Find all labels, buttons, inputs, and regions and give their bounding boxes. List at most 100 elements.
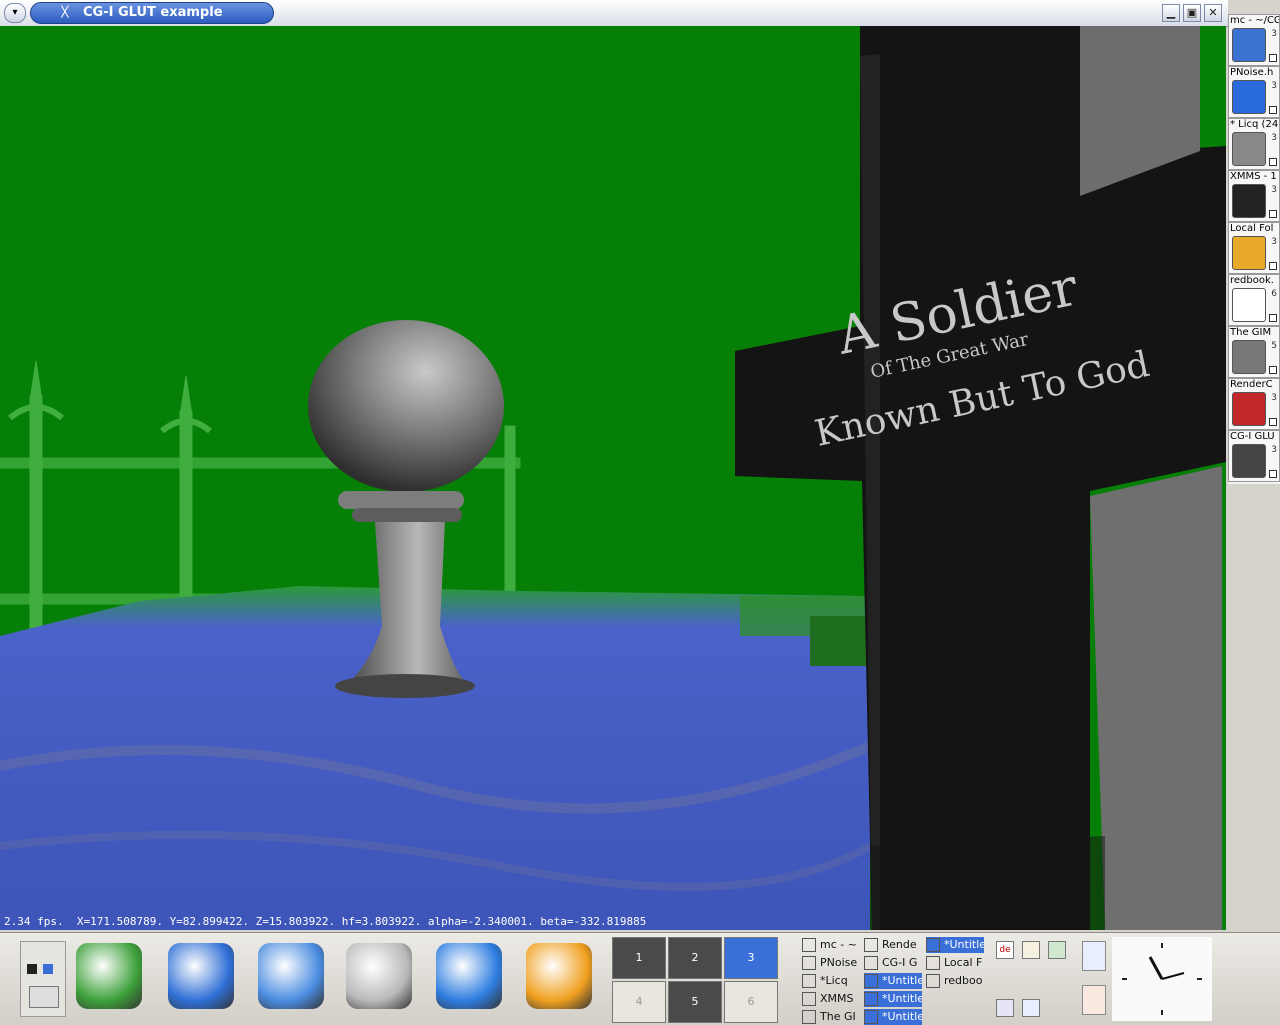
lock-screen-button[interactable] bbox=[1082, 941, 1106, 971]
side-task-item[interactable]: The GIM 5 bbox=[1228, 326, 1280, 378]
side-task-desktop-number: 3 bbox=[1271, 393, 1277, 403]
task-label: XMMS bbox=[820, 992, 854, 1005]
side-task-checkbox[interactable] bbox=[1269, 106, 1277, 114]
side-task-label: The GIM bbox=[1230, 327, 1272, 338]
side-task-checkbox[interactable] bbox=[1269, 418, 1277, 426]
window-title-pill[interactable]: ᚷ CG-I GLUT example bbox=[30, 2, 274, 24]
task-label: *Untitle bbox=[882, 974, 922, 987]
side-task-item[interactable]: redbook. 6 bbox=[1228, 274, 1280, 326]
task-icon bbox=[926, 938, 940, 952]
taskbar-button[interactable]: PNoise bbox=[802, 955, 860, 971]
taskbar-button[interactable]: redboo bbox=[926, 973, 984, 989]
task-icon bbox=[864, 938, 878, 952]
panel-handle[interactable] bbox=[20, 941, 66, 1017]
task-icon bbox=[864, 1010, 878, 1024]
taskbar-button[interactable]: *Untitle bbox=[926, 937, 984, 953]
side-task-checkbox[interactable] bbox=[1269, 262, 1277, 270]
side-task-label: Local Fol bbox=[1230, 223, 1274, 234]
search-tray-icon[interactable] bbox=[996, 999, 1014, 1017]
side-task-item[interactable]: CG-I GLU 3 bbox=[1228, 430, 1280, 482]
xmms-icon bbox=[1232, 184, 1266, 218]
task-icon bbox=[802, 956, 816, 970]
taskbar-button[interactable]: *Untitle bbox=[864, 991, 922, 1007]
task-label: mc - ~ bbox=[820, 938, 857, 951]
pager-desktop-1[interactable]: 1 bbox=[612, 937, 666, 979]
arrow-right-icon[interactable] bbox=[43, 964, 53, 974]
taskbar-button[interactable]: Local F bbox=[926, 955, 984, 971]
keyboard-layout-indicator[interactable]: de bbox=[996, 941, 1014, 959]
glut-viewport[interactable]: A Soldier Of The Great War Known But To … bbox=[0, 26, 1226, 930]
shell-icon bbox=[1232, 28, 1266, 62]
folder-icon bbox=[1232, 236, 1266, 270]
side-task-item[interactable]: PNoise.h 3 bbox=[1228, 66, 1280, 118]
side-task-checkbox[interactable] bbox=[1269, 470, 1277, 478]
taskbar-button[interactable]: *Untitle bbox=[864, 973, 922, 989]
computer-icon bbox=[1232, 132, 1266, 166]
pager-desktop-5[interactable]: 5 bbox=[668, 981, 722, 1023]
side-task-desktop-number: 3 bbox=[1271, 29, 1277, 39]
task-icon bbox=[802, 938, 816, 952]
side-task-item[interactable]: RenderC 3 bbox=[1228, 378, 1280, 430]
side-task-label: XMMS - 1 bbox=[1230, 171, 1277, 182]
task-label: *Untitle bbox=[944, 938, 984, 951]
side-task-label: mc - ~/CG bbox=[1230, 15, 1280, 26]
pager-desktop-6[interactable]: 6 bbox=[724, 981, 778, 1023]
minimize-button[interactable]: ▁ bbox=[1162, 4, 1180, 22]
side-task-checkbox[interactable] bbox=[1269, 54, 1277, 62]
desktop-icon[interactable] bbox=[258, 943, 324, 1009]
arrow-left-icon[interactable] bbox=[27, 964, 37, 974]
taskbar-button[interactable]: The GI bbox=[802, 1009, 860, 1025]
side-task-item[interactable]: XMMS - 1 3 bbox=[1228, 170, 1280, 222]
task-label: The GI bbox=[820, 1010, 856, 1023]
side-task-item[interactable]: mc - ~/CG 3 bbox=[1228, 14, 1280, 66]
scene-render: A Soldier Of The Great War Known But To … bbox=[0, 26, 1226, 930]
task-label: CG-I G bbox=[882, 956, 918, 969]
task-label: *Licq bbox=[820, 974, 848, 987]
side-task-label: * Licq (24 bbox=[1230, 119, 1279, 130]
maximize-button[interactable]: ▣ bbox=[1183, 4, 1201, 22]
side-task-checkbox[interactable] bbox=[1269, 314, 1277, 322]
side-task-label: CG-I GLU bbox=[1230, 431, 1275, 442]
kmail-icon[interactable] bbox=[526, 943, 592, 1009]
analog-clock[interactable] bbox=[1112, 937, 1212, 1021]
window-titlebar[interactable]: ▾ ᚷ CG-I GLUT example ▁ ▣ ✕ bbox=[0, 0, 1228, 27]
task-label: *Untitle bbox=[882, 992, 922, 1005]
close-button[interactable]: ✕ bbox=[1204, 4, 1222, 22]
logout-button[interactable] bbox=[1082, 985, 1106, 1015]
taskbar-button[interactable]: *Licq bbox=[802, 973, 860, 989]
side-task-checkbox[interactable] bbox=[1269, 158, 1277, 166]
side-task-item[interactable]: Local Fol 3 bbox=[1228, 222, 1280, 274]
pager-desktop-3[interactable]: 3 bbox=[724, 937, 778, 979]
side-taskbar: mc - ~/CG 3 PNoise.h 3 * Licq (24 3 XMMS - 13L… bbox=[1228, 14, 1280, 484]
clipboard-icon[interactable] bbox=[1022, 941, 1040, 959]
home-icon[interactable] bbox=[168, 943, 234, 1009]
drive-icon[interactable] bbox=[29, 986, 59, 1008]
browser-icon[interactable] bbox=[436, 943, 502, 1009]
editor-icon[interactable] bbox=[346, 943, 412, 1009]
volume-icon[interactable] bbox=[1022, 999, 1040, 1017]
side-task-item[interactable]: * Licq (24 3 bbox=[1228, 118, 1280, 170]
side-task-checkbox[interactable] bbox=[1269, 366, 1277, 374]
gimp-icon bbox=[1232, 340, 1266, 374]
pager-desktop-4[interactable]: 4 bbox=[612, 981, 666, 1023]
konqueror-icon bbox=[1232, 80, 1266, 114]
taskbar-button[interactable]: mc - ~ bbox=[802, 937, 860, 953]
pager-desktop-2[interactable]: 2 bbox=[668, 937, 722, 979]
task-icon bbox=[926, 974, 940, 988]
side-task-checkbox[interactable] bbox=[1269, 210, 1277, 218]
taskbar-button[interactable]: XMMS bbox=[802, 991, 860, 1007]
side-task-desktop-number: 3 bbox=[1271, 81, 1277, 91]
suse-menu-icon[interactable] bbox=[76, 943, 142, 1009]
side-task-desktop-number: 5 bbox=[1271, 341, 1277, 351]
network-icon[interactable] bbox=[1048, 941, 1066, 959]
x-app-icon: ᚷ bbox=[61, 5, 69, 20]
window-menu-button[interactable]: ▾ bbox=[4, 3, 26, 23]
taskbar-button[interactable]: *Untitle bbox=[864, 1009, 922, 1025]
task-label: *Untitle bbox=[882, 1010, 922, 1023]
task-icon bbox=[802, 974, 816, 988]
taskbar-button[interactable]: CG-I G bbox=[864, 955, 922, 971]
task-label: PNoise bbox=[820, 956, 858, 969]
taskbar-button[interactable]: Rende bbox=[864, 937, 922, 953]
side-task-desktop-number: 3 bbox=[1271, 445, 1277, 455]
window-title: CG-I GLUT example bbox=[83, 5, 223, 20]
